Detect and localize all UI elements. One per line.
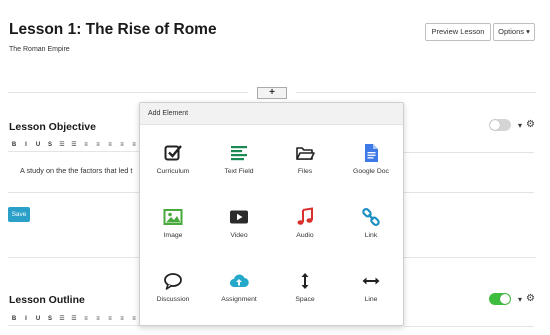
- outline-settings-caret-icon[interactable]: ▾: [518, 295, 522, 305]
- add-element-button[interactable]: +: [257, 87, 287, 99]
- cloud-upload-icon: [229, 271, 249, 291]
- outline-toggle[interactable]: [489, 293, 511, 305]
- objective-toolbar-button[interactable]: ☰: [68, 141, 80, 148]
- element-tile-audio[interactable]: Audio: [272, 207, 338, 247]
- outline-toolbar: B I U S ☰ ☰ ≡ ≡ ≡ ≡ ≡: [8, 312, 140, 326]
- objective-settings-caret-icon[interactable]: ▾: [518, 121, 522, 131]
- outline-toolbar-button[interactable]: ≡: [80, 316, 92, 322]
- element-tile-label: Line: [364, 296, 378, 303]
- element-tile-label: Files: [297, 168, 313, 175]
- element-tile-label: Google Doc: [353, 168, 389, 175]
- outline-toolbar-button[interactable]: B: [8, 316, 20, 322]
- outline-toolbar-button[interactable]: ≡: [92, 316, 104, 322]
- element-tile-label: Audio: [296, 232, 314, 239]
- outline-toolbar-border: [404, 326, 534, 327]
- outline-toolbar-button[interactable]: ≡: [116, 316, 128, 322]
- objective-editor-border: [8, 192, 140, 193]
- outline-toolbar-button[interactable]: U: [32, 316, 44, 322]
- text-lines-icon: [229, 143, 249, 163]
- outline-gear-icon[interactable]: ⚙: [526, 294, 535, 304]
- outline-toolbar-button[interactable]: ≡: [104, 316, 116, 322]
- music-note-icon: [295, 207, 315, 227]
- element-tile-label: Video: [230, 232, 248, 239]
- objective-toolbar-button[interactable]: I: [20, 142, 32, 148]
- element-tile-label: Link: [364, 232, 378, 239]
- element-tile-label: Image: [163, 232, 183, 239]
- element-tile-image[interactable]: Image: [140, 207, 206, 247]
- google-doc-icon: [361, 143, 381, 163]
- element-tile-text-field[interactable]: Text Field: [206, 143, 272, 183]
- divider-left: [8, 92, 248, 93]
- checkbox-icon: [163, 143, 183, 163]
- divider-right: [296, 92, 536, 93]
- speech-bubble-icon: [163, 271, 183, 291]
- folder-icon: [295, 143, 315, 163]
- popup-title: Add Element: [140, 103, 403, 125]
- vertical-arrows-icon: [295, 271, 315, 291]
- objective-toolbar-button[interactable]: U: [32, 142, 44, 148]
- objective-toolbar-button[interactable]: B: [8, 142, 20, 148]
- outline-toolbar-button[interactable]: ☰: [68, 315, 80, 322]
- link-icon: [361, 207, 381, 227]
- element-tile-google-doc[interactable]: Google Doc: [338, 143, 404, 183]
- objective-toggle[interactable]: [489, 119, 511, 131]
- preview-lesson-button[interactable]: Preview Lesson: [425, 23, 491, 41]
- element-tile-label: Space: [295, 296, 315, 303]
- section-divider-right: [404, 257, 536, 258]
- objective-gear-icon[interactable]: ⚙: [526, 120, 535, 130]
- page-title: Lesson 1: The Rise of Rome: [9, 21, 217, 38]
- page-subtitle: The Roman Empire: [9, 46, 70, 53]
- outline-toolbar-button[interactable]: ☰: [56, 315, 68, 322]
- element-tile-label: Assignment: [221, 296, 257, 303]
- objective-toolbar-button[interactable]: ≡: [92, 142, 104, 148]
- element-tile-space[interactable]: Space: [272, 271, 338, 311]
- section-divider-left: [8, 257, 140, 258]
- horizontal-arrows-icon: [361, 271, 381, 291]
- objective-toolbar-border: [404, 152, 534, 153]
- toggle-knob: [500, 294, 510, 304]
- add-element-popup: Add Element Curriculum Text Field Files Goo…: [139, 102, 404, 326]
- element-tile-files[interactable]: Files: [272, 143, 338, 183]
- objective-editor-border-right: [404, 192, 534, 193]
- objective-toolbar-button[interactable]: S: [44, 142, 56, 148]
- element-tile-label: Text Field: [224, 168, 254, 175]
- outline-title: Lesson Outline: [9, 294, 85, 306]
- outline-toolbar-button[interactable]: S: [44, 316, 56, 322]
- element-tile-label: Curriculum: [156, 168, 190, 175]
- video-icon: [229, 207, 249, 227]
- element-tile-video[interactable]: Video: [206, 207, 272, 247]
- objective-toolbar-button[interactable]: ≡: [116, 142, 128, 148]
- objective-title: Lesson Objective: [9, 121, 96, 133]
- toggle-knob: [490, 120, 500, 130]
- element-tile-curriculum[interactable]: Curriculum: [140, 143, 206, 183]
- element-tile-discussion[interactable]: Discussion: [140, 271, 206, 311]
- outline-toolbar-button[interactable]: I: [20, 316, 32, 322]
- objective-toolbar-button[interactable]: ☰: [56, 141, 68, 148]
- element-tile-link[interactable]: Link: [338, 207, 404, 247]
- options-dropdown-button[interactable]: Options ▾: [493, 23, 535, 41]
- element-tile-label: Discussion: [156, 296, 190, 303]
- element-tile-assignment[interactable]: Assignment: [206, 271, 272, 311]
- save-button[interactable]: Save: [8, 207, 30, 222]
- objective-editor-text[interactable]: A study on the the factors that led t: [20, 166, 132, 175]
- image-icon: [163, 207, 183, 227]
- objective-toolbar: B I U S ☰ ☰ ≡ ≡ ≡ ≡ ≡: [8, 138, 140, 152]
- objective-toolbar-button[interactable]: ≡: [104, 142, 116, 148]
- element-tile-line[interactable]: Line: [338, 271, 404, 311]
- objective-toolbar-button[interactable]: ≡: [80, 142, 92, 148]
